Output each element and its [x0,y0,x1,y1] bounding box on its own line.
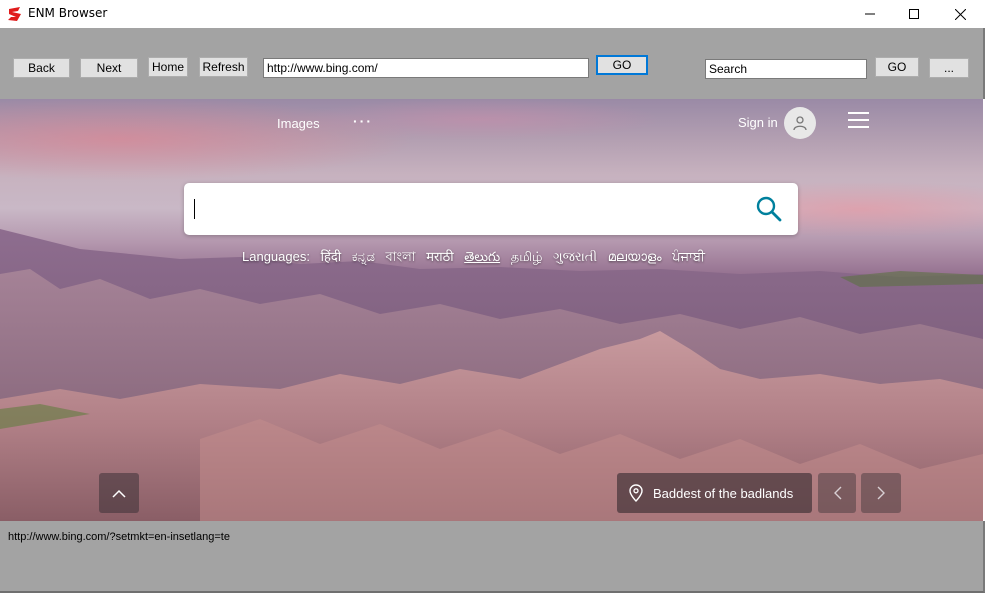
sign-in-link[interactable]: Sign in [738,115,778,130]
scroll-up-button[interactable] [99,473,139,513]
user-icon [793,116,807,131]
languages-label: Languages: [242,249,310,264]
search-input[interactable]: Search [705,59,867,79]
language-link-telugu[interactable]: తెలుగు [464,249,500,264]
close-button[interactable] [937,0,983,28]
maximize-button[interactable] [891,0,937,28]
languages-bar: Languages: हिंदी ಕನ್ನಡ বাংলা मराठी తెలుగ… [242,247,705,269]
previous-image-button[interactable] [818,473,856,513]
chevron-up-icon [112,489,126,498]
language-link-tamil[interactable]: தமிழ் [511,249,543,264]
language-link-malayalam[interactable]: മലയാളം [608,249,662,264]
go-button[interactable]: GO [596,55,648,75]
back-button[interactable]: Back [13,58,70,78]
maximize-icon [909,9,919,19]
search-go-button[interactable]: GO [875,57,919,77]
badlands-landscape [0,229,983,521]
language-link-marathi[interactable]: मराठी [426,249,453,264]
status-url: http://www.bing.com/?setmkt=en-insetlang… [8,531,230,543]
nav-more-menu[interactable]: ··· [353,113,373,129]
browser-toolbar: Back Next Home Refresh http://www.bing.c… [0,28,985,99]
web-content[interactable]: Images ··· Sign in Languages: हिंदी ಕನ್ನ… [0,99,983,521]
image-caption[interactable]: Baddest of the badlands [617,473,812,513]
minimize-icon [865,13,875,15]
status-bar: http://www.bing.com/?setmkt=en-insetlang… [0,521,985,593]
chevron-right-icon [877,486,885,500]
avatar[interactable] [784,107,816,139]
bing-search-box[interactable] [184,183,798,235]
language-link-hindi[interactable]: हिंदी [321,249,342,264]
next-image-button[interactable] [861,473,901,513]
more-button[interactable]: ... [929,58,969,78]
language-link-punjabi[interactable]: ਪੰਜਾਬੀ [672,249,705,264]
minimize-button[interactable] [847,0,893,28]
location-pin-icon [629,484,643,502]
next-button[interactable]: Next [80,58,138,78]
home-button[interactable]: Home [148,57,188,77]
app-logo-icon [8,7,21,21]
caption-text: Baddest of the badlands [653,485,794,501]
language-link-bengali[interactable]: বাংলা [386,249,416,264]
close-icon [954,8,966,20]
window-title: ENM Browser [28,6,108,20]
chevron-left-icon [833,486,841,500]
search-icon[interactable] [755,195,783,223]
address-input[interactable]: http://www.bing.com/ [263,58,589,78]
hamburger-menu-icon[interactable] [848,112,869,130]
text-caret [194,199,195,219]
language-link-kannada[interactable]: ಕನ್ನಡ [352,249,375,264]
title-bar: ENM Browser [0,0,985,28]
refresh-button[interactable]: Refresh [199,57,248,77]
nav-images-link[interactable]: Images [277,116,320,131]
language-link-gujarati[interactable]: ગુજરાતી [553,249,597,264]
